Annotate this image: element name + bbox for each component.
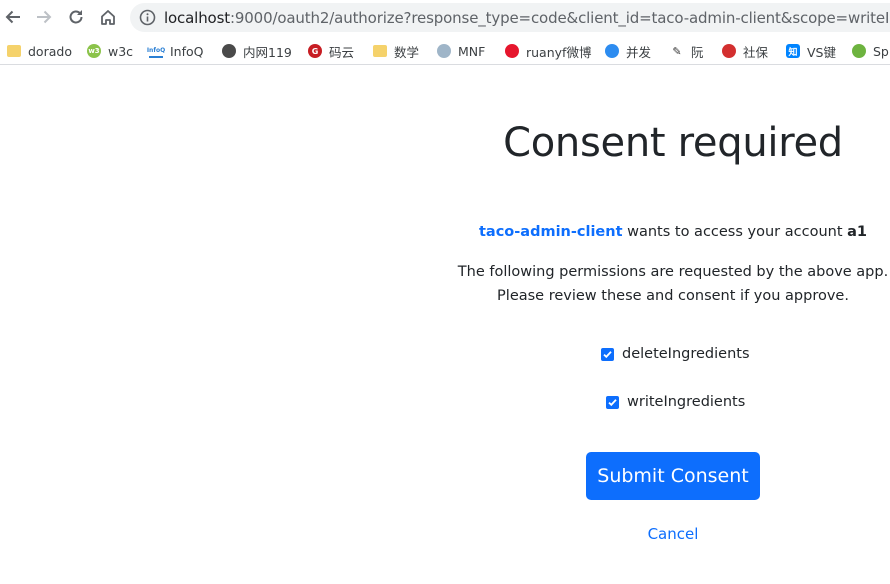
client-id: taco-admin-client — [479, 224, 623, 240]
permission-label: writeIngredients — [627, 394, 746, 410]
gitee-favicon: G — [308, 44, 322, 58]
checkbox-checked-icon[interactable] — [601, 347, 614, 361]
url-path: :9000/oauth2/authorize?response_type=cod… — [229, 9, 890, 27]
shebao-favicon — [722, 44, 736, 58]
bookmark-gitee[interactable]: G 码云 — [308, 41, 354, 61]
bookmark-neiwang[interactable]: 内网119 — [222, 41, 292, 61]
zhihu-favicon: 知 — [786, 44, 800, 58]
arrow-right-icon — [37, 10, 52, 24]
access-text: wants to access your account — [622, 224, 848, 240]
home-button[interactable] — [96, 5, 120, 29]
back-button[interactable] — [1, 5, 25, 29]
concurrency-favicon — [605, 44, 619, 58]
browser-toolbar: localhost:9000/oauth2/authorize?response… — [0, 0, 890, 35]
bookmark-label: w3c — [108, 43, 134, 59]
bookmark-label: Sp — [873, 43, 889, 59]
bookmark-label: VS键 — [807, 44, 836, 60]
forward-button[interactable] — [32, 5, 56, 29]
bookmark-label: 数学 — [394, 44, 420, 60]
bookmark-label: 码云 — [329, 44, 355, 60]
bookmark-w3c[interactable]: w3 w3c — [87, 41, 133, 61]
permissions-info-line2: Please review these and consent if you a… — [497, 288, 849, 304]
bookmark-label: 内网119 — [243, 44, 292, 60]
url-text[interactable]: localhost:9000/oauth2/authorize?response… — [164, 9, 890, 27]
arrow-left-icon — [5, 10, 20, 24]
bookmarks-bar: dorado w3 w3c InfoQ InfoQ 内网119 G 码云 数学 … — [0, 36, 890, 65]
folder-icon — [7, 45, 21, 57]
home-icon — [101, 10, 115, 25]
page-title: Consent required — [503, 120, 843, 166]
bookmark-label: MNF — [458, 43, 486, 59]
permission-label: deleteIngredients — [622, 346, 750, 362]
bookmark-label: ruanyf微博 — [526, 44, 592, 60]
bookmark-label: 社保 — [743, 44, 769, 60]
bookmark-label: InfoQ — [170, 43, 204, 59]
bookmark-dorado[interactable]: dorado — [7, 41, 72, 61]
address-bar[interactable]: localhost:9000/oauth2/authorize?response… — [130, 3, 890, 32]
bookmark-ruanyf-weibo[interactable]: ruanyf微博 — [505, 41, 591, 61]
account-name: a1 — [847, 224, 867, 240]
info-icon[interactable] — [139, 9, 156, 26]
bookmark-label: 阮 — [691, 44, 704, 60]
bookmark-shebao[interactable]: 社保 — [722, 41, 768, 61]
reload-button[interactable] — [64, 5, 88, 29]
bookmark-ruan[interactable]: ✎ 阮 — [670, 41, 704, 61]
bookmark-concurrency[interactable]: 并发 — [605, 41, 651, 61]
spring-favicon — [852, 44, 866, 58]
reload-icon — [69, 10, 83, 24]
bookmark-spring[interactable]: Sp — [852, 41, 889, 61]
infoq-favicon: InfoQ — [147, 44, 165, 58]
consent-page: Consent required taco-admin-client wants… — [0, 66, 890, 584]
bookmark-label: dorado — [28, 43, 72, 59]
folder-icon — [373, 45, 387, 57]
w3c-favicon: w3 — [87, 44, 101, 58]
bookmark-infoq[interactable]: InfoQ InfoQ — [147, 41, 204, 61]
cancel-link[interactable]: Cancel — [586, 525, 760, 543]
access-request-text: taco-admin-client wants to access your a… — [456, 220, 890, 244]
submit-consent-button[interactable]: Submit Consent — [586, 452, 760, 500]
bookmark-label: 并发 — [626, 44, 652, 60]
permission-delete-ingredients[interactable]: deleteIngredients — [601, 346, 750, 362]
bookmark-math[interactable]: 数学 — [373, 41, 419, 61]
bookmark-vs-keys[interactable]: 知 VS键 — [786, 41, 836, 61]
url-host: localhost — [164, 9, 230, 27]
bookmark-mnf[interactable]: MNF — [437, 41, 485, 61]
ruan-favicon: ✎ — [670, 44, 684, 58]
weibo-favicon — [505, 44, 519, 58]
mnf-favicon — [437, 44, 451, 58]
permission-write-ingredients[interactable]: writeIngredients — [606, 394, 745, 410]
permissions-info-line1: The following permissions are requested … — [457, 264, 889, 280]
checkbox-checked-icon[interactable] — [606, 395, 619, 409]
globe-icon — [222, 44, 236, 58]
